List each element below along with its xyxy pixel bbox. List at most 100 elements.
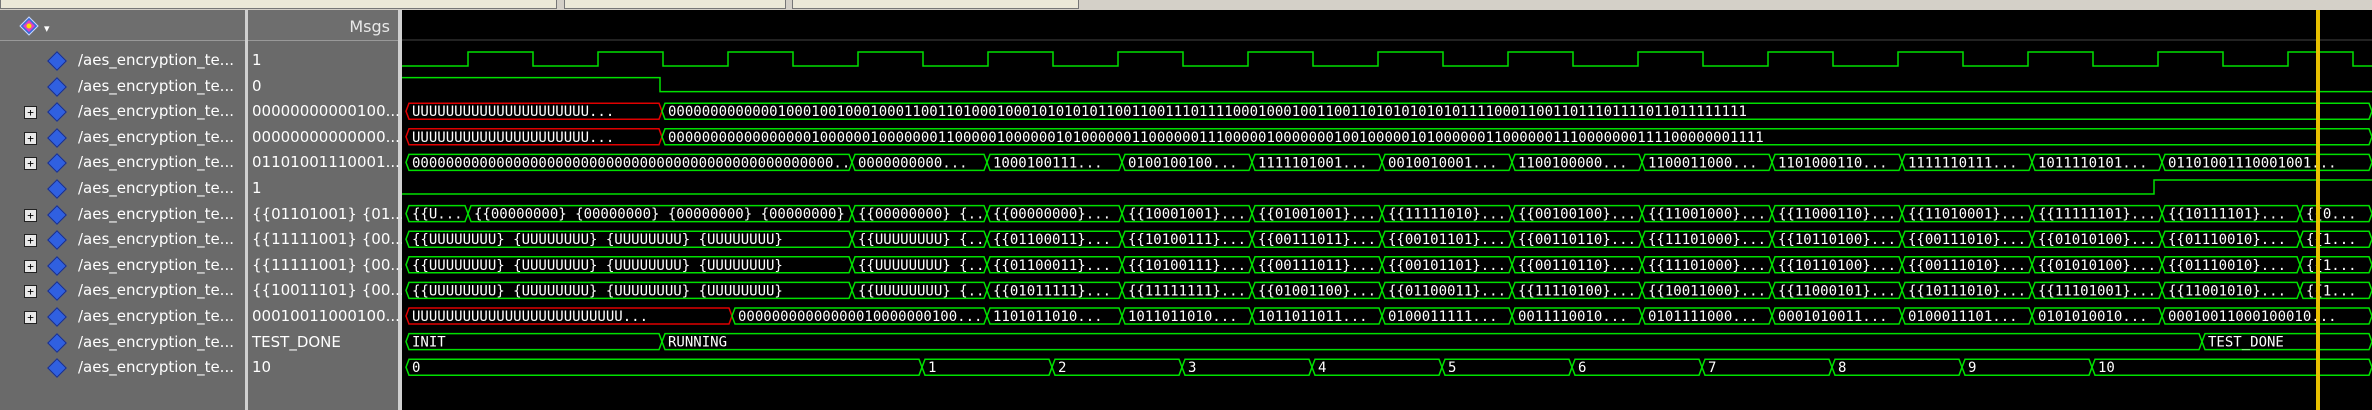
clock-wave	[402, 51, 2372, 67]
toolbar-tab[interactable]	[792, 0, 1079, 9]
bus-value-label: UUUUUUUUUUUUUUUUUUUUU...	[412, 104, 614, 120]
signal-name[interactable]: /aes_encryption_te...	[78, 278, 234, 304]
value-row: {{10011101} {00...	[248, 278, 405, 304]
signal-value: {{01101001} {01...	[252, 204, 405, 223]
signal-row[interactable]: /aes_encryption_te...	[0, 330, 245, 356]
chevron-down-icon[interactable]: ▾	[44, 22, 50, 35]
bus-value-label: UUUUUUUUUUUUUUUUUUUUU...	[412, 130, 614, 146]
signal-diamond-icon	[47, 76, 67, 97]
bus-segment	[1961, 358, 2093, 376]
bus-value-label: 0100011111...	[1388, 309, 1498, 325]
bus-value-label: 4	[1318, 360, 1326, 376]
bus-segment	[1571, 358, 1703, 376]
bus-value-label: {{11110100}...	[1518, 283, 1636, 299]
bus-segment	[1181, 358, 1313, 376]
bus-value-label: 0010010001...	[1388, 155, 1498, 171]
expand-icon[interactable]: +	[24, 259, 37, 273]
toolbar-tab[interactable]	[564, 0, 786, 9]
signal-value: 01101001110001...	[252, 153, 400, 172]
bus-value-label: {{1...	[2306, 232, 2357, 248]
signal-row[interactable]: + /aes_encryption_te...	[0, 150, 245, 176]
signal-names-panel: ▾ /aes_encryption_te.../aes_encryption_t…	[0, 10, 248, 410]
waveform-panel[interactable]: UUUUUUUUUUUUUUUUUUUUU... 0000000000000100…	[402, 10, 2372, 410]
signal-name[interactable]: /aes_encryption_te...	[78, 253, 234, 279]
signal-value: TEST_DONE	[252, 332, 341, 351]
signal-row[interactable]: + /aes_encryption_te...	[0, 125, 245, 151]
bus-value-label: 0	[412, 360, 420, 376]
expand-icon[interactable]: +	[24, 131, 37, 145]
signal-name[interactable]: /aes_encryption_te...	[78, 227, 234, 253]
signal-row[interactable]: + /aes_encryption_te...	[0, 202, 245, 228]
bus-value-label: {{11111101}...	[2038, 207, 2156, 223]
expand-icon[interactable]: +	[24, 285, 37, 299]
signal-value: 1	[252, 51, 262, 69]
signal-row[interactable]: + /aes_encryption_te...	[0, 278, 245, 304]
signal-row[interactable]: + /aes_encryption_te...	[0, 253, 245, 279]
bus-value-label: 3	[1188, 360, 1196, 376]
bus-value-label: 1011011011...	[1258, 309, 1368, 325]
bus-value-label: {{00101101}...	[1388, 232, 1506, 248]
bus-value-label: {{00000000} {...	[858, 207, 993, 223]
expand-icon[interactable]: +	[24, 208, 37, 222]
bus-value-label: 0011110010...	[1518, 309, 1628, 325]
signal-diamond-icon	[47, 281, 67, 302]
signal-value: {{10011101} {00...	[252, 281, 405, 300]
expand-icon[interactable]: +	[24, 311, 37, 324]
bus-value-label: {{01110010}...	[2168, 258, 2286, 274]
signal-name[interactable]: /aes_encryption_te...	[78, 99, 234, 125]
bus-segment	[1441, 358, 1573, 376]
bus-value-label: RUNNING	[668, 335, 727, 351]
bus-value-label: {{11001000}...	[1648, 207, 1766, 223]
bus-value-label: 2	[1058, 360, 1066, 376]
expand-icon[interactable]: +	[24, 234, 37, 248]
signal-value: {{11111001} {00...	[252, 230, 405, 249]
wave-tool-icon[interactable]	[18, 16, 40, 36]
value-row: {{11111001} {00...	[248, 253, 405, 279]
bus-value-label: {{11101000}...	[1648, 232, 1766, 248]
bus-value-label: 0000000000...	[858, 155, 968, 171]
signal-name[interactable]: /aes_encryption_te...	[78, 330, 234, 356]
bus-value-label: {{00100100}...	[1518, 207, 1636, 223]
time-cursor[interactable]	[2316, 10, 2320, 410]
signal-row[interactable]: + /aes_encryption_te...	[0, 304, 245, 330]
bus-value-label: {{01100011}...	[993, 258, 1111, 274]
bus-value-label: {{00111011}...	[1258, 232, 1376, 248]
bus-value-label: {{11010001}...	[1908, 207, 2026, 223]
signal-name[interactable]: /aes_encryption_te...	[78, 176, 234, 202]
signal-row[interactable]: /aes_encryption_te...	[0, 74, 245, 100]
signal-row[interactable]: /aes_encryption_te...	[0, 355, 245, 381]
signal-name[interactable]: /aes_encryption_te...	[78, 202, 234, 228]
expand-icon[interactable]: +	[24, 157, 37, 171]
signal-value: {{11111001} {00...	[252, 255, 405, 274]
signal-name[interactable]: /aes_encryption_te...	[78, 355, 234, 381]
signal-name[interactable]: /aes_encryption_te...	[78, 304, 234, 330]
bus-value-label: {{01001100}...	[1258, 283, 1376, 299]
signal-row[interactable]: + /aes_encryption_te...	[0, 227, 245, 253]
bus-value-label: {{01001001}...	[1258, 207, 1376, 223]
signal-name[interactable]: /aes_encryption_te...	[78, 48, 234, 74]
signal-row[interactable]: /aes_encryption_te...	[0, 48, 245, 74]
toolbar-tab[interactable]	[0, 0, 557, 9]
bus-value-label: 1000100111...	[993, 155, 1103, 171]
bus-value-label: {{01010100}...	[2038, 258, 2156, 274]
signal-name[interactable]: /aes_encryption_te...	[78, 150, 234, 176]
signal-value: 00000000000100...	[252, 102, 400, 121]
bus-value-label: 0101111000...	[1648, 309, 1758, 325]
signal-name[interactable]: /aes_encryption_te...	[78, 125, 234, 151]
waveform-canvas[interactable]: UUUUUUUUUUUUUUUUUUUUU... 0000000000000100…	[402, 10, 2372, 410]
bus-segment	[661, 332, 2203, 351]
value-row: TEST_DONE	[248, 330, 398, 356]
signal-name[interactable]: /aes_encryption_te...	[78, 74, 234, 100]
bus-value-label: {{10110100}...	[1778, 232, 1896, 248]
signal-diamond-icon	[47, 179, 67, 199]
msgs-column-label: Msgs	[349, 17, 390, 36]
bus-value-label: {{11000101}...	[1778, 283, 1896, 299]
bus-value-label: {{00000000} {00000000} {00000000} {00000…	[474, 207, 845, 223]
signal-row[interactable]: /aes_encryption_te...	[0, 176, 245, 202]
signal-row[interactable]: + /aes_encryption_te...	[0, 99, 245, 125]
bus-value-label: {{10100111}...	[1128, 258, 1246, 274]
bus-value-label: {{11001010}...	[2168, 283, 2286, 299]
signal-value: 10	[252, 358, 272, 377]
expand-icon[interactable]: +	[24, 106, 37, 120]
bus-value-label: {{UUUUUUUU} {UUUUUUUU} {UUUUUUUU} {UUUUU…	[412, 232, 783, 248]
